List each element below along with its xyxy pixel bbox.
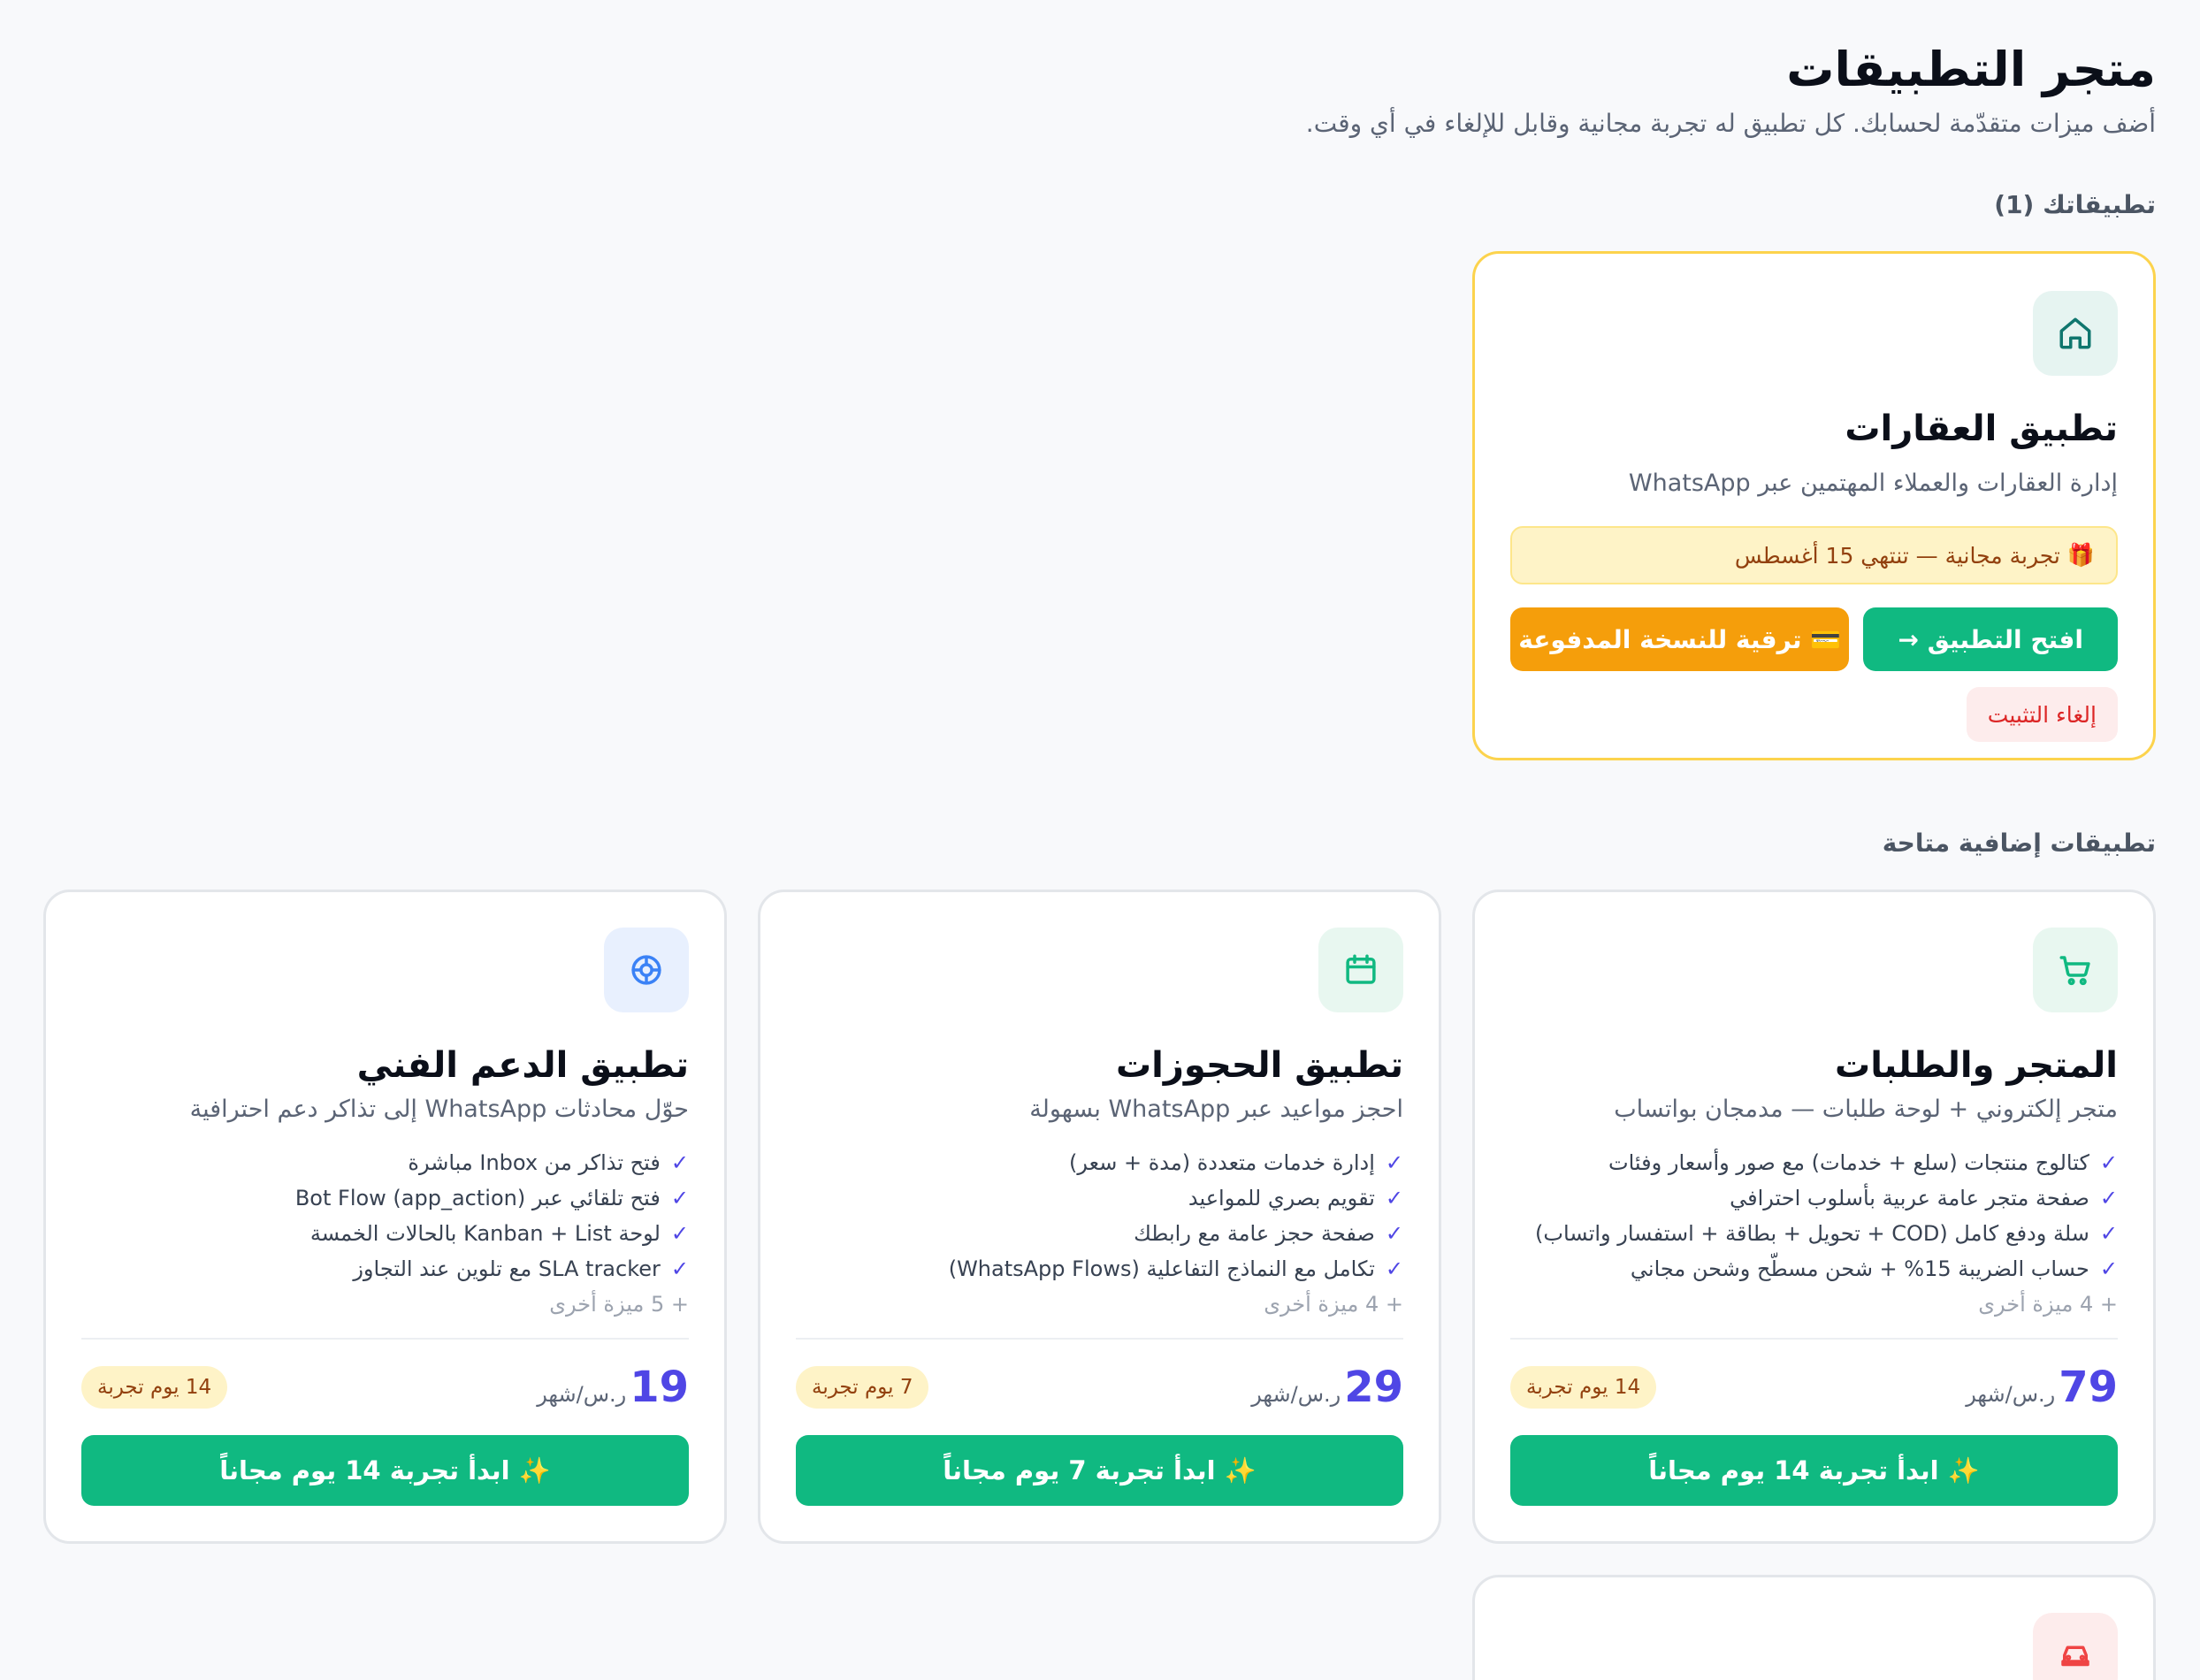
uninstall-button[interactable]: إلغاء التثبيت <box>1966 687 2118 742</box>
app-name: تطبيق الدعم الفني <box>356 1045 689 1086</box>
check-icon: ✓ <box>670 1256 689 1281</box>
price-unit: ر.س/شهر <box>537 1382 627 1407</box>
price-row: 29 ر.س/شهر 7 يوم تجربة <box>796 1363 1403 1412</box>
app-name: المتجر والطلبات <box>1835 1045 2118 1086</box>
available-apps-heading: تطبيقات إضافية متاحة <box>1882 829 2156 858</box>
divider <box>81 1338 689 1340</box>
upgrade-button[interactable]: 💳 ترقية للنسخة المدفوعة <box>1510 607 1850 671</box>
app-name: تطبيق الحجوزات <box>1115 1045 1403 1086</box>
check-icon: ✓ <box>1385 1150 1403 1175</box>
app-description: حوّل محادثات WhatsApp إلى تذاكر دعم احتر… <box>189 1096 689 1123</box>
price-value: 79 <box>2059 1363 2118 1412</box>
lifebuoy-icon <box>604 928 689 1012</box>
feature-list: ✓ كتالوج منتجات (سلع + خدمات) مع صور وأسع… <box>1510 1145 2118 1287</box>
check-icon: ✓ <box>670 1221 689 1246</box>
installed-apps-heading: تطبيقاتك (1) <box>1994 190 2156 219</box>
trial-badge: 7 يوم تجربة <box>796 1366 929 1409</box>
feature-item: ✓ كتالوج منتجات (سلع + خدمات) مع صور وأسع… <box>1510 1145 2118 1180</box>
installed-actions: افتح التطبيق → 💳 ترقية للنسخة المدفوعة <box>1510 607 2118 671</box>
check-icon: ✓ <box>2099 1150 2118 1175</box>
app-card-store: المتجر والطلبات متجر إلكتروني + لوحة طلب… <box>1472 890 2156 1544</box>
check-icon: ✓ <box>2099 1256 2118 1281</box>
app-store-page: متجر التطبيقات أضف ميزات متقدّمة لحسابك.… <box>0 0 2200 1680</box>
check-icon: ✓ <box>1385 1221 1403 1246</box>
installed-app-card: تطبيق العقارات إدارة العقارات والعملاء ا… <box>1472 251 2156 760</box>
feature-item: ✓ صفحة حجز عامة مع رابطك <box>796 1216 1403 1251</box>
price-value: 29 <box>1344 1363 1403 1412</box>
feature-list: ✓ فتح تذاكر من Inbox مباشرة ✓ فتح تلقائي ع… <box>81 1145 689 1287</box>
start-trial-button[interactable]: ✨ ابدأ تجربة 14 يوم مجاناً <box>1510 1435 2118 1506</box>
check-icon: ✓ <box>2099 1221 2118 1246</box>
feature-list: ✓ إدارة خدمات متعددة (مدة + سعر) ✓ تقويم ب… <box>796 1145 1403 1287</box>
feature-item: ✓ تكامل مع النماذج التفاعلية (WhatsApp Fl… <box>796 1251 1403 1287</box>
app-description: احجز مواعيد عبر WhatsApp بسهولة <box>1029 1096 1403 1123</box>
feature-item: ✓ فتح تذاكر من Inbox مباشرة <box>81 1145 689 1180</box>
feature-item: ✓ لوحة Kanban + List بالحالات الخمسة <box>81 1216 689 1251</box>
price: 29 ر.س/شهر <box>1251 1363 1403 1412</box>
price-row: 79 ر.س/شهر 14 يوم تجربة <box>1510 1363 2118 1412</box>
divider <box>796 1338 1403 1340</box>
page-subtitle: أضف ميزات متقدّمة لحسابك. كل تطبيق له تج… <box>1305 109 2156 138</box>
divider <box>1510 1338 2118 1340</box>
check-icon: ✓ <box>670 1150 689 1175</box>
app-card-support: تطبيق الدعم الفني حوّل محادثات WhatsApp … <box>43 890 727 1544</box>
page-title: متجر التطبيقات <box>1786 42 2156 97</box>
installed-apps-grid: تطبيق العقارات إدارة العقارات والعملاء ا… <box>44 251 2156 760</box>
feature-item: ✓ فتح تلقائي عبر Bot Flow (app_action) <box>81 1180 689 1216</box>
home-icon <box>2033 291 2118 376</box>
price-unit: ر.س/شهر <box>1966 1382 2056 1407</box>
more-features: + 5 ميزة أخرى <box>549 1292 689 1317</box>
open-app-button[interactable]: افتح التطبيق → <box>1863 607 2118 671</box>
car-icon <box>2033 1613 2118 1680</box>
calendar-icon <box>1318 928 1403 1012</box>
start-trial-button[interactable]: ✨ ابدأ تجربة 7 يوم مجاناً <box>796 1435 1403 1506</box>
feature-item: ✓ SLA tracker مع تلوين عند التجاوز <box>81 1251 689 1287</box>
feature-item: ✓ تقويم بصري للمواعيد <box>796 1180 1403 1216</box>
trial-badge: 14 يوم تجربة <box>81 1366 228 1409</box>
available-apps-grid: المتجر والطلبات متجر إلكتروني + لوحة طلب… <box>43 890 2156 1680</box>
cart-icon <box>2033 928 2118 1012</box>
price: 79 ر.س/شهر <box>1966 1363 2118 1412</box>
gift-icon: 🎁 <box>2066 542 2095 568</box>
check-icon: ✓ <box>670 1186 689 1210</box>
check-icon: ✓ <box>1385 1186 1403 1210</box>
more-features: + 4 ميزة أخرى <box>1978 1292 2118 1317</box>
price-value: 19 <box>630 1363 689 1412</box>
app-description: متجر إلكتروني + لوحة طلبات — مدمجان بوات… <box>1614 1096 2118 1123</box>
feature-item: ✓ صفحة متجر عامة عربية بأسلوب احترافي <box>1510 1180 2118 1216</box>
more-features: + 4 ميزة أخرى <box>1264 1292 1403 1317</box>
feature-item: ✓ سلة ودفع كامل (COD + تحويل + بطاقة + اس… <box>1510 1216 2118 1251</box>
app-name: تطبيق العقارات <box>1845 409 2118 449</box>
price: 19 ر.س/شهر <box>537 1363 689 1412</box>
feature-item: ✓ حساب الضريبة 15% + شحن مسطّح وشحن مجاني <box>1510 1251 2118 1287</box>
app-description: إدارة العقارات والعملاء المهتمين عبر Wha… <box>1628 470 2118 497</box>
feature-item: ✓ إدارة خدمات متعددة (مدة + سعر) <box>796 1145 1403 1180</box>
price-row: 19 ر.س/شهر 14 يوم تجربة <box>81 1363 689 1412</box>
check-icon: ✓ <box>1385 1256 1403 1281</box>
start-trial-button[interactable]: ✨ ابدأ تجربة 14 يوم مجاناً <box>81 1435 689 1506</box>
trial-status-text: تجربة مجانية — تنتهي 15 أغسطس <box>1734 542 2060 569</box>
check-icon: ✓ <box>2099 1186 2118 1210</box>
app-card-bookings: تطبيق الحجوزات احجز مواعيد عبر WhatsApp … <box>758 890 1441 1544</box>
trial-badge: 14 يوم تجربة <box>1510 1366 1657 1409</box>
trial-status-banner: 🎁 تجربة مجانية — تنتهي 15 أغسطس <box>1510 526 2118 584</box>
app-card-car <box>1472 1575 2156 1680</box>
price-unit: ر.س/شهر <box>1251 1382 1341 1407</box>
